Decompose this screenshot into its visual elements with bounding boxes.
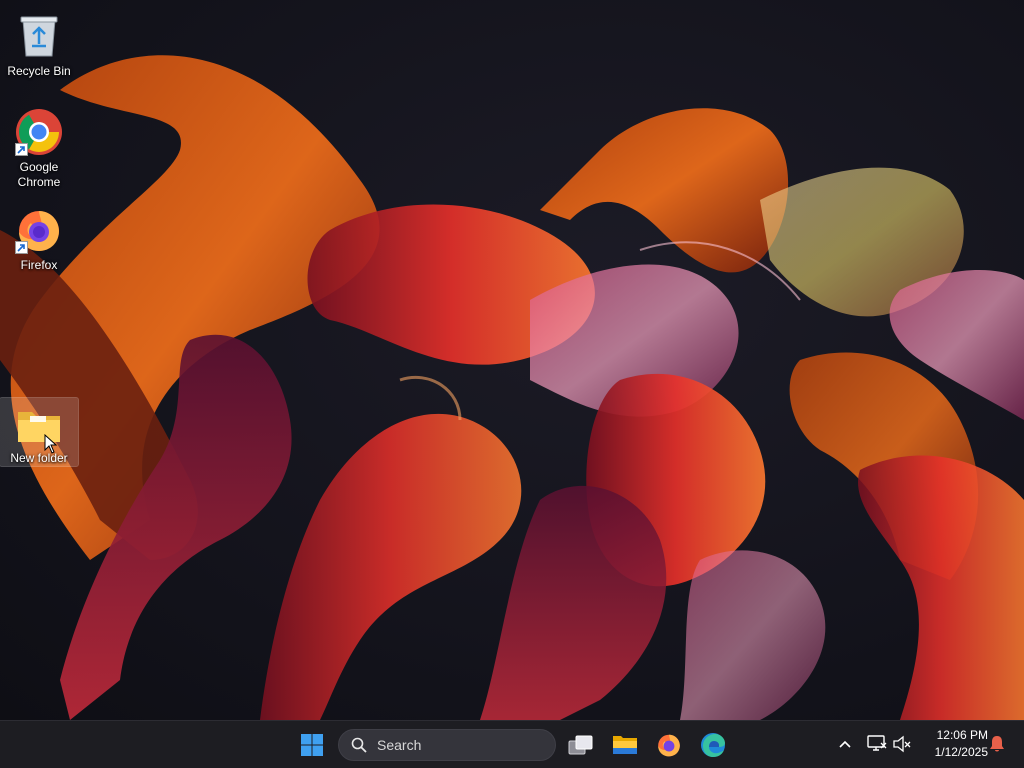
shortcut-arrow-icon (15, 143, 28, 156)
google-chrome-label: Google Chrome (17, 160, 61, 189)
firefox-taskbar-button[interactable] (649, 725, 689, 765)
chevron-up-icon (839, 740, 851, 748)
firefox-label: Firefox (20, 258, 58, 272)
wallpaper-image (0, 55, 1024, 720)
start-button[interactable] (292, 725, 332, 765)
new-folder-label: New folder (10, 451, 68, 465)
recycle-bin-label: Recycle Bin (7, 64, 71, 78)
desktop[interactable]: Recycle Bin Google Chrome Firefox New fo… (0, 0, 1024, 720)
clock-time: 12:06 PM (936, 728, 988, 742)
firefox-icon (13, 204, 65, 256)
notification-center-button[interactable] (986, 733, 1008, 755)
edge-taskbar-button[interactable] (693, 725, 733, 765)
shortcut-arrow-icon (15, 241, 28, 254)
system-clock[interactable]: 12:06 PM 1/12/2025 (918, 727, 988, 761)
desktop-icon-google-chrome[interactable]: Google Chrome (0, 102, 78, 190)
windows-start-icon (301, 734, 323, 756)
file-explorer-button[interactable] (605, 725, 645, 765)
mouse-cursor-icon (44, 434, 58, 454)
firefox-icon (658, 734, 680, 757)
task-view-icon (568, 735, 593, 755)
chrome-icon (13, 106, 65, 158)
volume-button[interactable] (891, 733, 913, 755)
taskbar-search-box[interactable]: Search (338, 729, 556, 761)
edge-icon (701, 733, 725, 757)
desktop-icon-new-folder[interactable]: New folder (0, 397, 79, 467)
clock-date: 1/12/2025 (934, 745, 988, 759)
notification-bell-icon (990, 736, 1004, 752)
search-icon (351, 737, 367, 753)
recycle-bin-icon (13, 10, 65, 62)
show-hidden-icons-button[interactable] (834, 733, 856, 755)
search-placeholder: Search (377, 737, 422, 753)
desktop-icon-firefox[interactable]: Firefox (0, 200, 78, 273)
network-icon (867, 735, 887, 751)
task-view-button[interactable] (561, 725, 601, 765)
desktop-icon-recycle-bin[interactable]: Recycle Bin (0, 6, 78, 79)
network-status-button[interactable] (866, 733, 888, 755)
taskbar: Search 12:06 PM 1/12/2025 (0, 720, 1024, 768)
file-explorer-icon (613, 736, 637, 754)
volume-muted-icon (893, 735, 911, 753)
